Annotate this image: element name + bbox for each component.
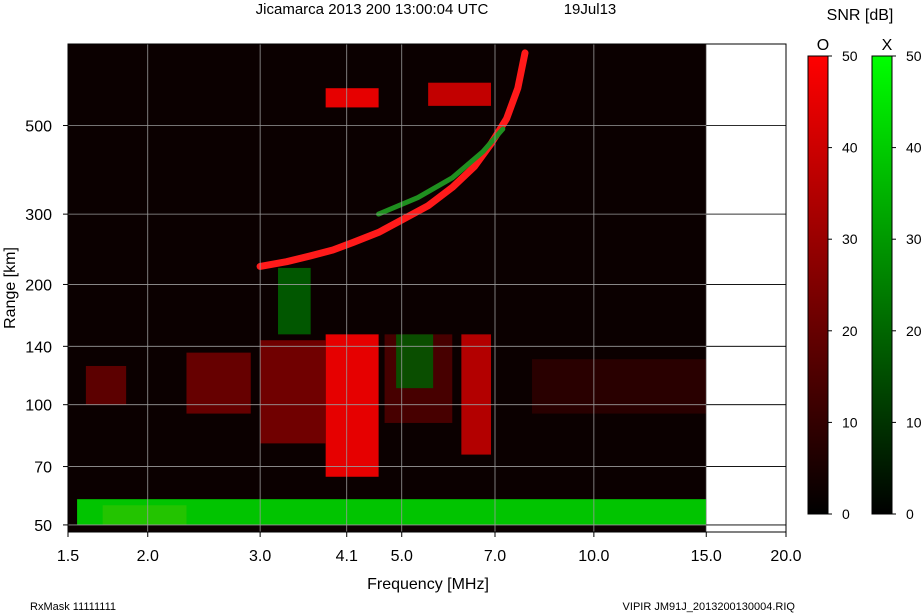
x-echo-block bbox=[77, 499, 707, 525]
colorbar-tick-label: 0 bbox=[906, 506, 914, 522]
colorbar-label: X bbox=[882, 37, 893, 54]
x-tick-label: 2.0 bbox=[137, 548, 159, 565]
colorbar-title: SNR [dB] bbox=[827, 7, 894, 24]
colorbar-tick-label: 40 bbox=[842, 140, 858, 156]
o-echo-block bbox=[325, 334, 379, 477]
y-tick-label: 500 bbox=[25, 119, 52, 136]
y-tick-label: 50 bbox=[34, 518, 52, 535]
colorbar-tick-label: 50 bbox=[906, 48, 922, 64]
x-tick-label: 1.5 bbox=[57, 548, 79, 565]
o-echo-block bbox=[260, 340, 326, 444]
x-tick-label: 4.1 bbox=[336, 548, 358, 565]
o-echo-block bbox=[325, 88, 379, 108]
colorbar-tick-label: 10 bbox=[842, 414, 858, 430]
o-echo-block bbox=[532, 359, 707, 414]
noise-background bbox=[68, 44, 707, 532]
colorbar-gradient bbox=[871, 55, 893, 515]
colorbar-o: O 50 40 30 20 10 0 bbox=[807, 37, 858, 522]
x-echo-block bbox=[278, 267, 311, 335]
y-tick-label: 200 bbox=[25, 277, 52, 294]
x-tick-label: 3.0 bbox=[249, 548, 271, 565]
x-tick-label: 5.0 bbox=[391, 548, 413, 565]
x-tick-label: 15.0 bbox=[691, 548, 722, 565]
o-echo-block bbox=[428, 82, 492, 106]
colorbar-tick-label: 10 bbox=[906, 414, 922, 430]
o-echo-block bbox=[461, 334, 492, 455]
colorbar-tick-label: 40 bbox=[906, 140, 922, 156]
colorbar-x: X 50 40 30 20 10 0 bbox=[871, 37, 922, 522]
x-tick-label: 7.0 bbox=[484, 548, 506, 565]
y-axis-label: Range [km] bbox=[2, 247, 19, 329]
chart-date: 19Jul13 bbox=[564, 1, 617, 18]
colorbar-label: O bbox=[817, 37, 829, 54]
x-axis-label: Frequency [MHz] bbox=[367, 576, 489, 593]
colorbar-tick-label: 30 bbox=[842, 231, 858, 247]
ionogram-chart: Jicamarca 2013 200 13:00:04 UTC 19Jul13 … bbox=[2, 1, 922, 613]
o-echo-block bbox=[85, 365, 127, 405]
y-tick-label: 70 bbox=[34, 460, 52, 477]
colorbar-tick-label: 20 bbox=[906, 323, 922, 339]
plot-area bbox=[67, 43, 787, 533]
y-tick-label: 100 bbox=[25, 398, 52, 415]
colorbar-tick-label: 50 bbox=[842, 48, 858, 64]
colorbar-tick-label: 20 bbox=[842, 323, 858, 339]
colorbar-tick-label: 30 bbox=[906, 231, 922, 247]
footer-right: VIPIR JM91J_2013200130004.RIQ bbox=[623, 601, 796, 613]
x-tick-label: 20.0 bbox=[770, 548, 801, 565]
footer-left: RxMask 11111111 bbox=[30, 601, 116, 613]
x-tick-label: 10.0 bbox=[578, 548, 609, 565]
colorbar-tick-label: 0 bbox=[842, 506, 850, 522]
ionogram-image bbox=[68, 44, 707, 532]
y-tick-label: 300 bbox=[25, 207, 52, 224]
y-axis-ticks: 50 70 100 140 200 300 500 bbox=[25, 119, 68, 535]
colorbars: O 50 40 30 20 10 0 X 50 40 30 20 10 0 bbox=[807, 37, 922, 522]
x-axis-ticks: 1.5 2.0 3.0 4.1 5.0 7.0 10.0 15.0 20.0 bbox=[57, 532, 802, 565]
y-tick-label: 140 bbox=[25, 339, 52, 356]
colorbar-gradient bbox=[807, 55, 829, 515]
chart-title: Jicamarca 2013 200 13:00:04 UTC bbox=[256, 1, 489, 18]
